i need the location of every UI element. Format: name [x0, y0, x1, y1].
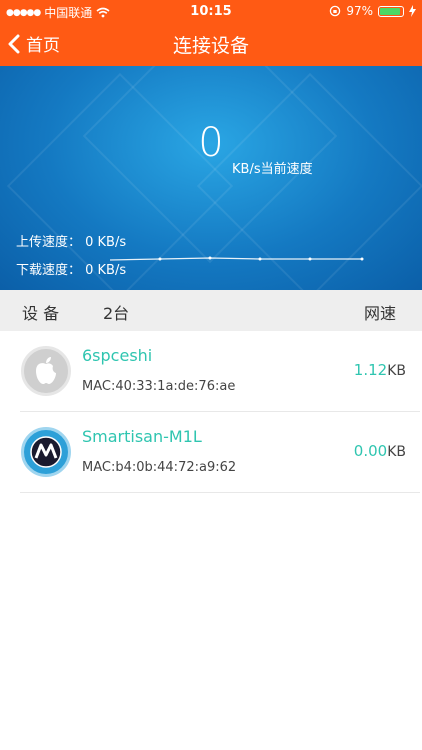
top-bar: ●●●●● 中国联通 10:15 97% 首页 连接设备 [0, 0, 422, 66]
motorola-icon [21, 427, 71, 477]
device-name: 6spceshi [82, 346, 153, 365]
charging-icon [409, 5, 416, 17]
device-name: Smartisan-M1L [82, 427, 202, 446]
devices-label: 设 备 [22, 304, 60, 323]
speed-panel: 0 KB/s当前速度 上传速度： 0 KB/s 下载速度： 0 KB/s [0, 66, 422, 290]
device-mac: MAC:40:33:1a:de:76:ae [82, 379, 236, 394]
page-title: 连接设备 [172, 35, 249, 57]
device-list: 6spceshi MAC:40:33:1a:de:76:ae 1.12KB Sm… [0, 331, 422, 493]
list-item[interactable]: 6spceshi MAC:40:33:1a:de:76:ae 1.12KB [20, 331, 420, 412]
device-count: 2台 [103, 304, 130, 323]
device-speed: 0.00KB [353, 442, 406, 460]
list-item[interactable]: Smartisan-M1L MAC:b4:0b:44:72:a9:62 0.00… [20, 412, 420, 493]
device-speed: 1.12KB [353, 361, 406, 379]
status-bar: ●●●●● 中国联通 10:15 97% [0, 0, 422, 22]
speed-graph [109, 256, 364, 261]
battery-percent: 97% [346, 4, 373, 18]
device-mac: MAC:b4:0b:44:72:a9:62 [82, 460, 237, 475]
device-list-header: 设 备 2台 网速 [0, 290, 422, 331]
speed-column-label: 网速 [363, 304, 396, 323]
apple-icon [21, 346, 71, 396]
orientation-lock-icon [330, 5, 341, 17]
battery-icon [378, 5, 404, 17]
navigation-bar: 首页 连接设备 [0, 22, 422, 66]
current-speed-unit: KB/s当前速度 [232, 162, 313, 177]
status-right: 97% [329, 4, 416, 18]
current-speed-value: 0 [198, 120, 224, 166]
